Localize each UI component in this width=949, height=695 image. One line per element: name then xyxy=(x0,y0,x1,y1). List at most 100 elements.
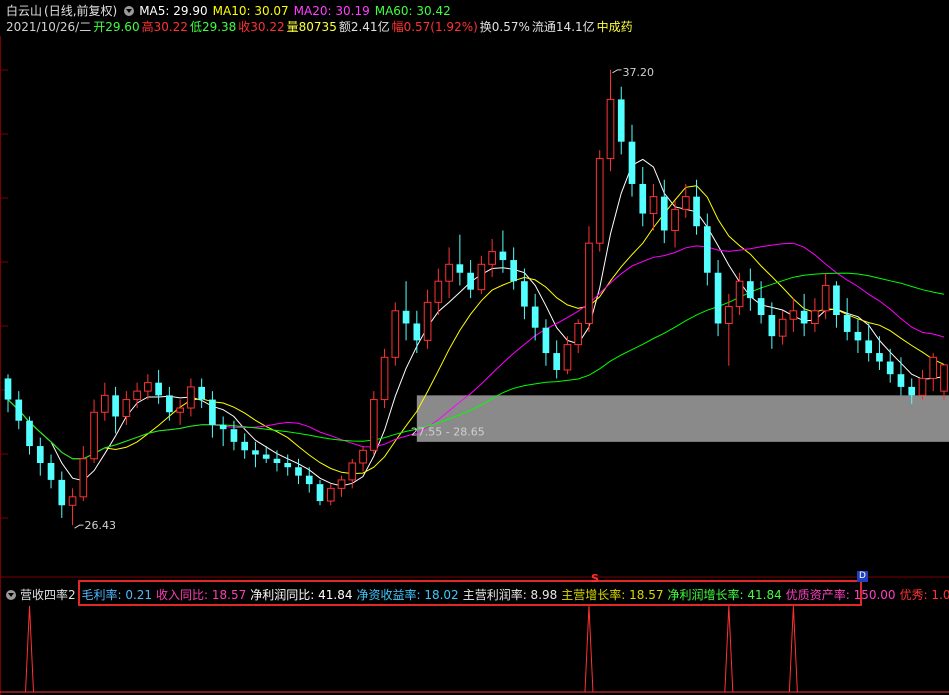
candle-body xyxy=(639,183,647,214)
candle xyxy=(563,336,572,375)
indicator-bar: 营收四率2 毛利率: 0.21 收入同比: 18.57 净利润同比: 41.84 净资… xyxy=(4,586,949,603)
indicator-name[interactable]: 营收四率2 xyxy=(20,588,76,602)
candle-body xyxy=(908,386,916,396)
indicator-item: 净利润同比: 41.84 xyxy=(250,588,353,602)
candle xyxy=(456,234,464,286)
candle-body xyxy=(865,340,873,354)
candle-body xyxy=(703,226,711,273)
candle xyxy=(918,369,927,400)
candle xyxy=(79,446,88,502)
candle-body xyxy=(326,487,335,502)
candle-body xyxy=(563,344,572,371)
candle xyxy=(542,319,550,366)
candle-body xyxy=(585,242,593,324)
candle-body xyxy=(531,306,539,328)
candle xyxy=(241,433,249,459)
candle-body xyxy=(477,263,486,291)
candle xyxy=(681,183,690,218)
candle xyxy=(219,416,227,447)
candle-body xyxy=(284,462,292,468)
candle-body xyxy=(445,263,453,282)
candle xyxy=(897,357,905,396)
range-label: 27.55 - 28.65 xyxy=(411,426,485,439)
candle-body xyxy=(26,420,33,447)
candle xyxy=(467,260,474,299)
candle xyxy=(628,124,636,197)
candle-body xyxy=(176,407,184,413)
candle xyxy=(26,416,33,455)
candle-body xyxy=(316,484,324,502)
candle-body xyxy=(68,496,77,506)
candle xyxy=(477,255,486,294)
candle xyxy=(434,268,443,316)
candle xyxy=(606,69,615,172)
candle-body xyxy=(369,399,378,451)
candle-body xyxy=(628,141,636,184)
candle-body xyxy=(305,475,313,485)
anno-pointer xyxy=(612,69,622,74)
candle-body xyxy=(768,315,776,337)
candle xyxy=(778,310,787,345)
indicator-spike xyxy=(584,605,594,693)
candle xyxy=(391,302,400,366)
candle-body xyxy=(595,158,604,244)
candle-body xyxy=(617,99,625,142)
candle-layer xyxy=(4,69,948,526)
candle xyxy=(198,378,205,409)
candle-body xyxy=(262,454,270,459)
high-price-label: 37.20 xyxy=(622,66,654,79)
candle xyxy=(68,488,77,526)
indicator-item: 净利润增长率: 41.84 xyxy=(667,588,782,602)
candle xyxy=(273,450,281,472)
candle-body xyxy=(273,458,281,463)
candle-body xyxy=(402,310,410,324)
d-marker: D xyxy=(857,571,868,582)
candle xyxy=(660,179,668,244)
candle xyxy=(445,247,453,299)
candle-body xyxy=(778,318,787,337)
candle-body xyxy=(219,424,227,430)
candle xyxy=(553,340,561,379)
candle xyxy=(833,281,840,328)
zone-layer xyxy=(416,395,949,442)
candle-body xyxy=(241,441,249,451)
candle xyxy=(510,247,517,290)
candle xyxy=(166,386,173,421)
candle xyxy=(843,298,851,341)
candle-body xyxy=(337,479,346,489)
candle-body xyxy=(144,382,152,392)
candle-body xyxy=(553,353,561,370)
candle-body xyxy=(649,196,658,215)
candle-body xyxy=(456,264,464,273)
candle xyxy=(768,302,776,349)
candle-body xyxy=(295,467,302,476)
candle-body xyxy=(886,361,894,375)
candle xyxy=(47,454,55,489)
candle-body xyxy=(58,479,66,506)
indicator-spike xyxy=(724,605,734,693)
candle xyxy=(929,353,938,392)
candle-body xyxy=(714,272,722,324)
candle-body xyxy=(757,298,765,316)
candle xyxy=(940,364,948,401)
candle-body xyxy=(800,310,808,324)
candle-body xyxy=(510,260,517,282)
candle xyxy=(423,289,432,349)
indicator-collapse-icon[interactable] xyxy=(6,590,16,600)
candle xyxy=(531,293,539,341)
candle-body xyxy=(488,251,496,265)
candle-body xyxy=(15,399,23,421)
candle-body xyxy=(521,281,528,307)
candle xyxy=(402,281,410,341)
candle-body xyxy=(854,331,862,341)
candle-body xyxy=(724,306,733,324)
candle xyxy=(359,446,367,472)
candle-body xyxy=(209,399,216,425)
candle xyxy=(617,86,625,155)
candle xyxy=(499,230,507,273)
candle-body xyxy=(606,98,615,160)
candle-body xyxy=(36,446,44,463)
candle-body xyxy=(918,377,927,396)
candle xyxy=(649,183,658,231)
candle-body xyxy=(413,323,421,341)
